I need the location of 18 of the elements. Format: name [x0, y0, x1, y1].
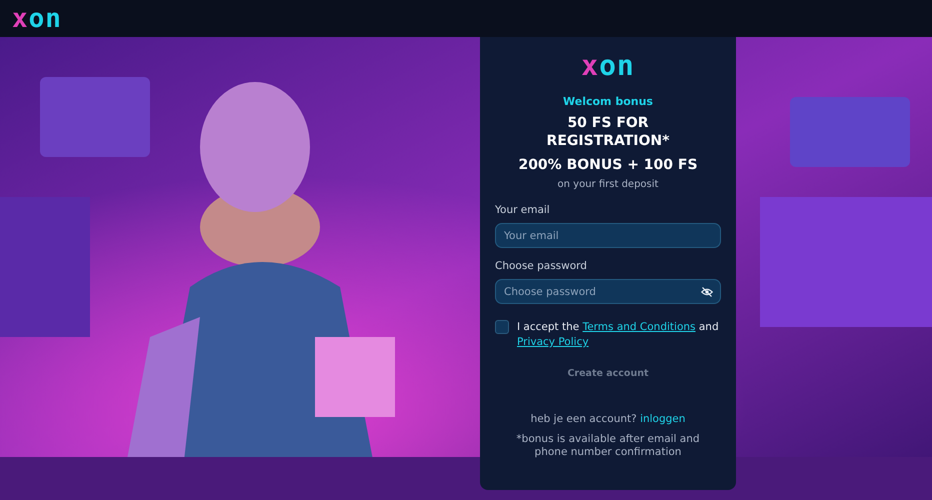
bonus-footnote: *bonus is available after email and phone number confirmation — [515, 433, 701, 459]
bonus-headline: 50 FS FOR REGISTRATION* — [546, 114, 670, 150]
bonus-headline: 200% BONUS + 100 FS — [518, 156, 698, 174]
eye-off-icon[interactable] — [701, 286, 713, 298]
logo: xon — [581, 51, 635, 81]
logo[interactable]: xon — [12, 6, 62, 32]
terms-link[interactable]: Terms and Conditions — [582, 321, 696, 333]
privacy-link[interactable]: Privacy Policy — [517, 336, 589, 348]
bonus-subline: on your first deposit — [558, 179, 658, 190]
checkbox[interactable] — [495, 320, 509, 334]
terms-text: I accept the Terms and Conditions and Privacy Policy — [517, 320, 720, 350]
field-label: Your email — [495, 204, 551, 216]
bonus-label: Welcom bonus — [563, 95, 653, 108]
login-link[interactable]: inloggen — [640, 413, 686, 425]
password-field[interactable]: Choose password — [495, 279, 721, 304]
login-prompt: heb je een account? inloggen — [530, 413, 686, 425]
field-label: Choose password — [495, 260, 588, 272]
email-field[interactable]: Your email — [495, 223, 721, 248]
